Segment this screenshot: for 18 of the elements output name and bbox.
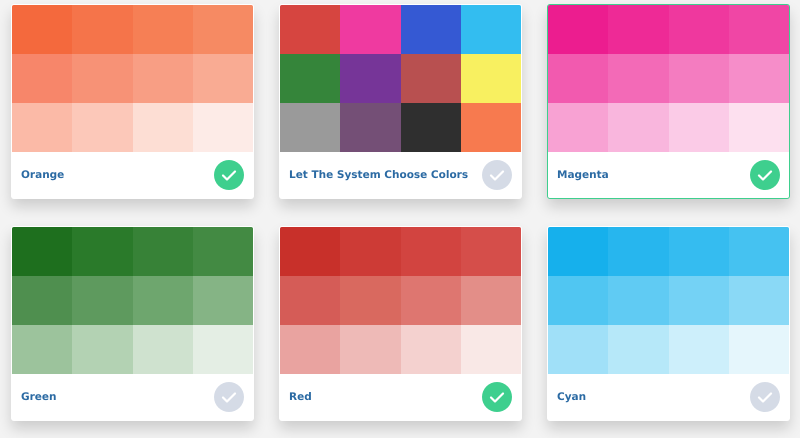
check-icon[interactable] bbox=[482, 160, 512, 190]
check-icon[interactable] bbox=[750, 382, 780, 412]
palette-card[interactable]: Cyan bbox=[547, 226, 790, 421]
palette-card[interactable]: Orange bbox=[11, 4, 254, 199]
palette-name: Green bbox=[21, 391, 57, 403]
palette-name: Orange bbox=[21, 169, 64, 181]
check-icon[interactable] bbox=[482, 382, 512, 412]
palette-card[interactable]: Magenta bbox=[547, 4, 790, 199]
palette-name: Red bbox=[289, 391, 312, 403]
check-icon[interactable] bbox=[214, 160, 244, 190]
palette-card[interactable]: Green bbox=[11, 226, 254, 421]
palette-name: Magenta bbox=[557, 169, 609, 181]
palette-name: Cyan bbox=[557, 391, 586, 403]
check-icon[interactable] bbox=[750, 160, 780, 190]
palette-card[interactable]: Red bbox=[279, 226, 522, 421]
check-icon[interactable] bbox=[214, 382, 244, 412]
palette-card[interactable]: Let The System Choose Colors bbox=[279, 4, 522, 199]
palette-name: Let The System Choose Colors bbox=[289, 169, 468, 181]
